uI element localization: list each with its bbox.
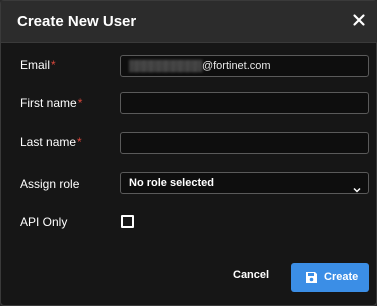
email-value-obscured: ▒▒▒▒▒▒▒▒▒▒ bbox=[129, 60, 202, 72]
email-label: Email* bbox=[20, 58, 56, 72]
role-select[interactable]: No role selected bbox=[120, 172, 369, 194]
first-name-required-marker: * bbox=[77, 96, 83, 110]
create-user-dialog: Create New User Email* ▒▒▒▒▒▒▒▒▒▒@fortin… bbox=[0, 0, 377, 306]
last-name-label-text: Last name bbox=[20, 135, 77, 149]
email-field[interactable]: ▒▒▒▒▒▒▒▒▒▒@fortinet.com bbox=[120, 55, 369, 77]
dialog-title: Create New User bbox=[17, 13, 137, 30]
dialog-header: Create New User bbox=[1, 1, 377, 43]
last-name-label: Last name* bbox=[20, 135, 82, 149]
role-select-value: No role selected bbox=[129, 177, 214, 189]
email-value-domain: @fortinet.com bbox=[201, 60, 271, 72]
close-icon[interactable] bbox=[350, 11, 368, 29]
email-label-text: Email bbox=[20, 58, 51, 72]
create-button-label: Create bbox=[324, 271, 359, 283]
api-only-label: API Only bbox=[20, 215, 68, 229]
email-required-marker: * bbox=[51, 58, 56, 72]
first-name-input[interactable] bbox=[120, 92, 369, 114]
save-icon bbox=[305, 271, 318, 284]
assign-role-label: Assign role bbox=[20, 177, 80, 191]
chevron-down-icon bbox=[353, 180, 361, 193]
last-name-required-marker: * bbox=[77, 135, 82, 149]
create-button[interactable]: Create bbox=[291, 263, 369, 292]
api-only-checkbox[interactable] bbox=[121, 215, 134, 228]
first-name-label: First name* bbox=[20, 96, 82, 110]
cancel-button[interactable]: Cancel bbox=[233, 269, 269, 281]
first-name-label-text: First name bbox=[20, 96, 77, 110]
last-name-input[interactable] bbox=[120, 132, 369, 154]
